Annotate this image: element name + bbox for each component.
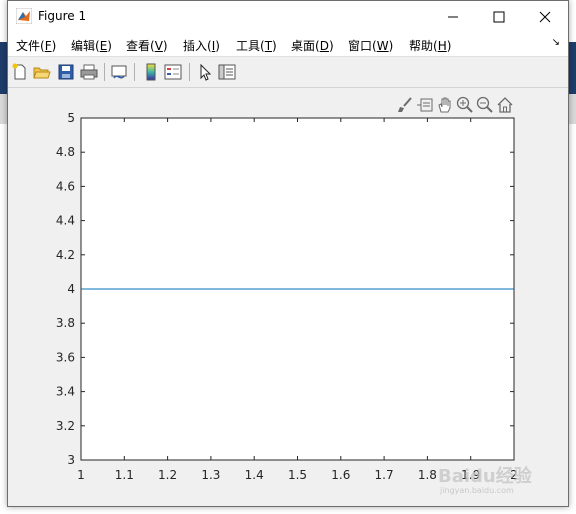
x-tick-label: 1.4 [245,468,264,482]
y-tick-label: 3.2 [56,419,75,433]
y-tick-label: 3 [67,453,75,467]
y-tick-label: 3.6 [56,350,75,364]
x-tick-label: 1.1 [115,468,134,482]
y-tick-label: 4.4 [56,214,75,228]
x-tick-label: 1 [77,468,85,482]
x-tick-label: 1.3 [201,468,220,482]
x-tick-label: 1.5 [288,468,307,482]
watermark-logo: Baidu经验 [438,466,532,487]
x-tick-label: 1.2 [158,468,177,482]
y-tick-label: 5 [67,111,75,125]
watermark-url: jingyan.baidu.com [440,486,514,495]
y-tick-label: 3.8 [56,316,75,330]
x-tick-label: 1.7 [375,468,394,482]
y-tick-label: 4.2 [56,248,75,262]
y-tick-label: 4.8 [56,145,75,159]
y-tick-label: 3.4 [56,385,75,399]
x-tick-label: 1.8 [418,468,437,482]
axes[interactable]: 1 1.1 1.2 1.3 1.4 1.5 1.6 1.7 1.8 1.9 233.23.43.63… [0,0,576,514]
y-tick-label: 4.6 [56,179,75,193]
y-tick-label: 4 [67,282,75,296]
x-tick-label: 1.6 [331,468,350,482]
